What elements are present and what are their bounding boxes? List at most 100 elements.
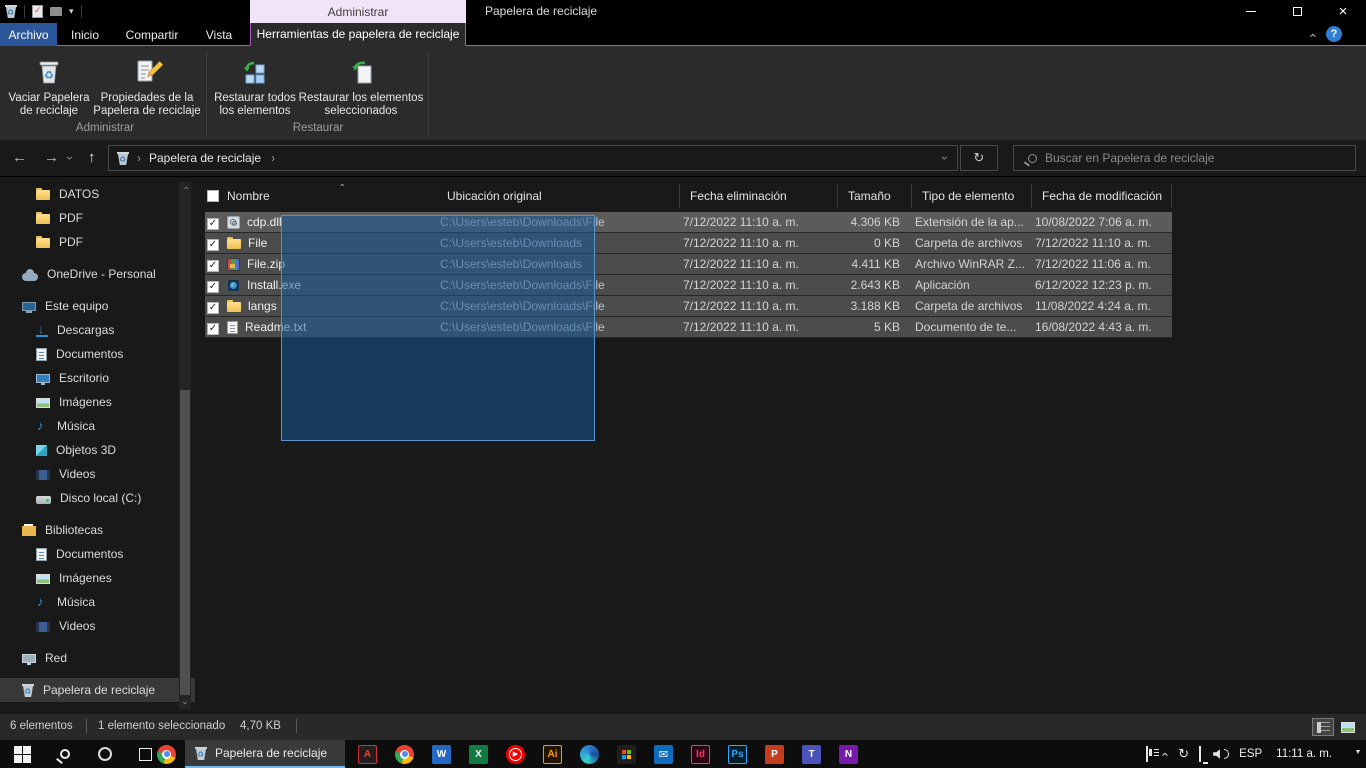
file-row-readme-txt[interactable]: Readme.txt C:\Users\esteb\Downloads\File… — [205, 317, 1172, 338]
thumbnails-view-button[interactable] — [1337, 718, 1359, 736]
sidebar-item-datos[interactable]: DATOS — [0, 182, 195, 206]
restore-all-items-button[interactable]: Restaurar todoslos elementos — [212, 50, 298, 132]
sidebar-item-onedrive[interactable]: OneDrive - Personal — [0, 262, 195, 286]
taskbar-app-photoshop[interactable]: Ps — [719, 740, 756, 768]
taskbar-app-excel[interactable]: X — [460, 740, 497, 768]
forward-icon[interactable]: → — [44, 149, 59, 166]
select-all-checkbox[interactable] — [207, 190, 219, 202]
sidebar-item-este-equipo[interactable]: Este equipo — [0, 294, 195, 318]
sidebar-item-imagenes[interactable]: Imágenes — [0, 390, 195, 414]
cortana-button[interactable] — [85, 740, 125, 768]
search-box[interactable] — [1013, 145, 1356, 171]
volume-tray-button[interactable] — [1213, 749, 1229, 759]
file-row-file-zip[interactable]: File.zip C:\Users\esteb\Downloads 7/12/2… — [205, 254, 1172, 275]
taskbar-app-chrome[interactable] — [386, 740, 423, 768]
sidebar-scrollbar[interactable] — [179, 182, 191, 709]
tab-vista[interactable]: Vista — [196, 23, 242, 46]
row-checkbox[interactable] — [207, 281, 219, 293]
back-icon[interactable]: ← — [12, 149, 27, 166]
taskbar-app-acrobat[interactable]: A — [349, 740, 386, 768]
sidebar-item-escritorio[interactable]: Escritorio — [0, 366, 195, 390]
breadcrumb-chevron-icon[interactable] — [271, 151, 275, 165]
show-hidden-icons-button[interactable] — [1162, 747, 1166, 762]
details-view-button[interactable] — [1312, 718, 1334, 736]
row-checkbox[interactable] — [207, 323, 219, 335]
recent-locations-icon[interactable] — [68, 151, 72, 165]
sidebar-item-musica[interactable]: Música — [0, 590, 195, 614]
close-button[interactable]: × — [1320, 0, 1366, 23]
column-header-fecha-eliminacion[interactable]: Fecha eliminación — [680, 184, 838, 208]
up-icon[interactable]: ↑ — [88, 149, 96, 166]
taskbar-app-store[interactable] — [608, 740, 645, 768]
sidebar-item-videos[interactable]: Videos — [0, 462, 195, 486]
empty-recycle-bin-button[interactable]: ♻ Vaciar Papelerade reciclaje — [8, 50, 90, 132]
widgets-button[interactable] — [1146, 747, 1148, 761]
scrollbar-thumb[interactable] — [180, 390, 190, 695]
column-header-ubicacion[interactable]: Ubicación original — [437, 184, 680, 208]
taskbar-app-word[interactable]: W — [423, 740, 460, 768]
taskbar-app-edge[interactable] — [571, 740, 608, 768]
sidebar-item-descargas[interactable]: Descargas — [0, 318, 195, 342]
recycle-bin-properties-button[interactable]: Propiedades de laPapelera de reciclaje — [92, 50, 202, 132]
taskbar-window-papelera[interactable]: ♻ Papelera de reciclaje — [185, 740, 345, 768]
language-indicator[interactable]: ESP — [1239, 748, 1262, 760]
taskbar-app-indesign[interactable]: Id — [682, 740, 719, 768]
restore-button[interactable] — [1274, 0, 1320, 23]
help-icon[interactable]: ? — [1326, 26, 1342, 42]
collapse-ribbon-icon[interactable] — [1310, 28, 1314, 43]
taskbar-app-powerpoint[interactable]: P — [756, 740, 793, 768]
file-row-install-exe[interactable]: Install.exe C:\Users\esteb\Downloads\Fil… — [205, 275, 1172, 296]
row-checkbox[interactable] — [207, 239, 219, 251]
taskbar-app-mail[interactable] — [645, 740, 682, 768]
sidebar-item-imagenes[interactable]: Imágenes — [0, 566, 195, 590]
sidebar-item-videos[interactable]: Videos — [0, 614, 195, 638]
tab-compartir[interactable]: Compartir — [114, 23, 190, 46]
application-icon — [227, 279, 240, 292]
search-input[interactable] — [1045, 151, 1325, 165]
row-checkbox[interactable] — [207, 260, 219, 272]
refresh-button[interactable] — [960, 145, 998, 171]
sidebar-item-bibliotecas[interactable]: Bibliotecas — [0, 518, 195, 542]
sidebar-item-papelera[interactable]: ♻Papelera de reciclaje — [0, 678, 195, 702]
new-folder-quick-icon[interactable] — [50, 7, 62, 16]
taskbar-app-teams[interactable]: T — [793, 740, 830, 768]
column-header-tipo[interactable]: Tipo de elemento — [912, 184, 1032, 208]
column-header-fecha-modificacion[interactable]: Fecha de modificación — [1032, 184, 1172, 208]
sidebar-item-red[interactable]: Red — [0, 646, 195, 670]
taskbar-app-illustrator[interactable]: Ai — [534, 740, 571, 768]
sidebar-item-pdf[interactable]: PDF — [0, 206, 195, 230]
sidebar-item-disco-local[interactable]: Disco local (C:) — [0, 486, 195, 510]
taskbar-app-chrome-pinned[interactable] — [148, 740, 185, 768]
clock[interactable]: 11:11 a. m. — [1276, 748, 1332, 760]
network-tray-button[interactable] — [1199, 747, 1201, 761]
minimize-button[interactable] — [1228, 0, 1274, 23]
sidebar-item-pdf[interactable]: PDF — [0, 230, 195, 254]
tab-herramientas-papelera[interactable]: Herramientas de papelera de reciclaje — [250, 23, 466, 46]
file-row-langs[interactable]: langs C:\Users\esteb\Downloads\File 7/12… — [205, 296, 1172, 317]
sidebar-item-musica[interactable]: Música — [0, 414, 195, 438]
row-checkbox[interactable] — [207, 218, 219, 230]
taskbar-app-youtube-music[interactable] — [497, 740, 534, 768]
column-header-nombre[interactable]: Nombre — [227, 184, 437, 208]
row-checkbox[interactable] — [207, 302, 219, 314]
address-bar[interactable]: ♻ Papelera de reciclaje — [108, 145, 958, 171]
address-dropdown-icon[interactable] — [943, 151, 947, 165]
scroll-up-icon[interactable] — [179, 182, 191, 194]
scroll-down-icon[interactable] — [179, 697, 191, 709]
tab-inicio[interactable]: Inicio — [62, 23, 108, 46]
start-button[interactable] — [0, 740, 45, 768]
sidebar-item-documentos[interactable]: Documentos — [0, 542, 195, 566]
taskbar-search-button[interactable] — [45, 740, 85, 768]
restore-selected-items-button[interactable]: Restaurar los elementosseleccionados — [298, 50, 424, 132]
tab-archivo[interactable]: Archivo — [0, 23, 57, 46]
sidebar-item-objetos-3d[interactable]: Objetos 3D — [0, 438, 195, 462]
properties-quick-icon[interactable] — [32, 5, 43, 18]
customize-quick-access-icon[interactable]: ▾ — [69, 5, 74, 18]
file-row-file[interactable]: File C:\Users\esteb\Downloads 7/12/2022 … — [205, 233, 1172, 254]
sync-tray-icon[interactable] — [1178, 746, 1189, 762]
sidebar-item-documentos[interactable]: Documentos — [0, 342, 195, 366]
file-row-cdp-dll[interactable]: cdp.dll C:\Users\esteb\Downloads\File 7/… — [205, 212, 1172, 233]
column-header-tamano[interactable]: Tamaño — [838, 184, 912, 208]
breadcrumb-item[interactable]: Papelera de reciclaje — [149, 151, 261, 165]
taskbar-app-onenote[interactable]: N — [830, 740, 867, 768]
